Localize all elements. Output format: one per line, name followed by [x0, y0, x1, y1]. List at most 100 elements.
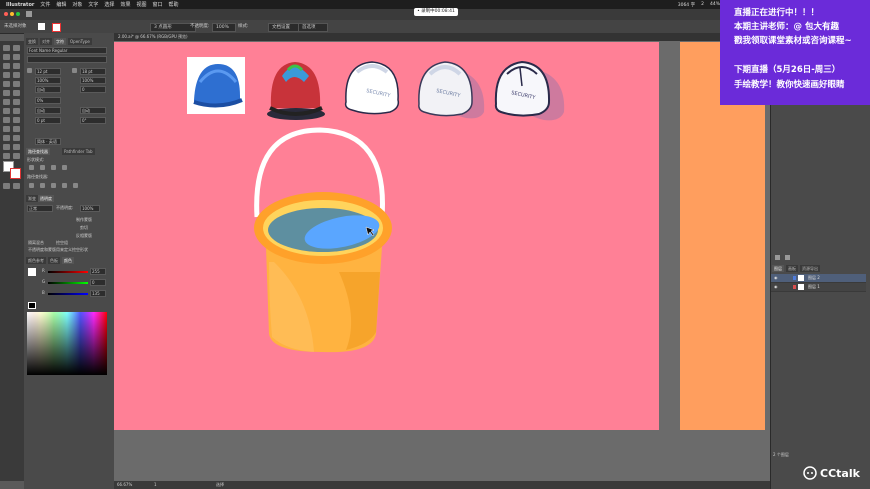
selection-tool-icon[interactable] [3, 45, 10, 51]
language-field[interactable]: 简体 · 英语 [35, 138, 61, 145]
aki-right-field[interactable]: 自动 [80, 107, 106, 114]
color-fill-swatch[interactable] [28, 268, 36, 276]
magic-wand-icon[interactable] [3, 54, 10, 60]
unite-icon[interactable] [29, 165, 34, 170]
eraser-icon[interactable] [3, 99, 10, 105]
tab-pathfinder[interactable]: 路径查找器 [26, 148, 50, 155]
minus-front-icon[interactable] [40, 165, 45, 170]
opacity-field[interactable]: 100% [212, 23, 236, 32]
helmet-colored[interactable] [267, 62, 325, 120]
exclude-icon[interactable] [62, 165, 67, 170]
tracking-field[interactable]: 0 [80, 86, 106, 93]
menu-edit[interactable]: 编辑 [56, 1, 66, 8]
tab-color[interactable]: 颜色 [62, 257, 74, 264]
tab-align[interactable]: 对齐 [40, 38, 52, 45]
artboard-number[interactable]: 1 [154, 482, 157, 488]
draw-mode-icon[interactable] [3, 183, 10, 189]
doc-settings-button[interactable]: 文档设置 [268, 23, 302, 32]
baseline-shift-field[interactable]: 0 pt [35, 117, 61, 124]
app-menu[interactable]: Illustrator [6, 2, 34, 8]
close-dot[interactable] [4, 12, 8, 16]
divide-icon[interactable] [29, 183, 34, 188]
knockout-group-checkbox[interactable]: 挖空组 [56, 240, 68, 245]
direct-select-tool-icon[interactable] [13, 45, 20, 51]
menu-effect[interactable]: 效果 [120, 1, 130, 8]
menu-help[interactable]: 帮助 [168, 1, 178, 8]
r-value[interactable]: 255 [90, 268, 106, 275]
hand-tool-icon[interactable] [3, 153, 10, 159]
blend-tool-icon[interactable] [13, 144, 20, 150]
pencil-tool-icon[interactable] [13, 90, 20, 96]
tab-pathfinder-2[interactable]: Pathfinder Tab [62, 148, 95, 155]
black-swatch[interactable] [28, 302, 36, 309]
layer-row[interactable]: ◉ 图层 2 [771, 274, 866, 283]
visibility-eye-icon[interactable]: ◉ [774, 275, 778, 281]
visibility-eye-icon[interactable]: ◉ [774, 284, 778, 290]
zoom-field[interactable]: 66.67% [117, 482, 132, 488]
tab-character[interactable]: 字符 [54, 38, 66, 45]
properties-icon[interactable] [775, 255, 780, 260]
crop-icon[interactable] [62, 183, 67, 188]
menu-object[interactable]: 对象 [72, 1, 82, 8]
menu-type[interactable]: 文字 [88, 1, 98, 8]
menu-window[interactable]: 窗口 [152, 1, 162, 8]
curvature-tool-icon[interactable] [13, 63, 20, 69]
tab-layers[interactable]: 图层 [772, 265, 784, 272]
font-family-field[interactable]: Font Name Regular [27, 47, 107, 54]
helmet-white-1[interactable]: SECURITY [344, 61, 400, 115]
stroke-swatch[interactable] [52, 23, 61, 32]
vscale-field[interactable]: 100% [35, 77, 61, 84]
perspective-grid-icon[interactable] [13, 126, 20, 132]
r-slider[interactable] [48, 271, 88, 273]
rotate-tool-icon[interactable] [3, 108, 10, 114]
outline-icon[interactable] [73, 183, 78, 188]
live-promo-banner[interactable]: 直播正在进行中！！！ 本期主讲老师：@ 包大有趣 戳我领取课堂素材或咨询课程~ … [720, 0, 870, 105]
preferences-button[interactable]: 首选项 [298, 23, 328, 32]
tab-transparency[interactable]: 透明度 [38, 195, 54, 202]
kerning-field[interactable]: 自动 [35, 86, 61, 93]
paintbrush-icon[interactable] [13, 81, 20, 87]
screen-mode-icon[interactable] [13, 183, 20, 189]
fill-swatch[interactable] [38, 23, 45, 30]
layer-name[interactable]: 图层 2 [808, 275, 820, 281]
tab-opentype[interactable]: OpenType [68, 38, 92, 45]
tab-artboards[interactable]: 画板 [786, 265, 798, 272]
width-tool-icon[interactable] [3, 117, 10, 123]
mesh-tool-icon[interactable] [3, 135, 10, 141]
clip-checkbox[interactable]: 剪切 [80, 225, 88, 230]
g-slider[interactable] [48, 282, 88, 284]
rectangle-tool-icon[interactable] [3, 81, 10, 87]
lasso-icon[interactable] [13, 54, 20, 60]
menu-view[interactable]: 视图 [136, 1, 146, 8]
bucket-illustration[interactable] [254, 127, 392, 353]
gradient-tool-icon[interactable] [13, 135, 20, 141]
blend-mode-select[interactable]: 正常 [27, 205, 53, 212]
helmet-photo[interactable] [187, 57, 245, 114]
scale-tool-icon[interactable] [13, 108, 20, 114]
hscale-field[interactable]: 100% [80, 77, 106, 84]
make-mask-button[interactable]: 制作蒙版 [76, 217, 92, 222]
min-dot[interactable] [10, 12, 14, 16]
zoom-tool-icon[interactable] [13, 153, 20, 159]
intersect-icon[interactable] [51, 165, 56, 170]
font-style-field[interactable] [27, 56, 107, 63]
tab-gradient[interactable]: 渐变 [26, 195, 38, 202]
stroke-color-swatch[interactable] [10, 168, 21, 179]
helmet-white-2[interactable]: SECURITY [418, 61, 485, 119]
b-slider[interactable] [48, 293, 88, 295]
leading-field[interactable]: 18 pt [80, 68, 106, 75]
menu-select[interactable]: 选择 [104, 1, 114, 8]
isolate-blending-checkbox[interactable]: 隔离混合 [28, 240, 44, 245]
opacity-mask-checkbox[interactable]: 不透明度和蒙版用来定义挖空形状 [28, 247, 88, 252]
trim-icon[interactable] [40, 183, 45, 188]
tab-asset-export[interactable]: 资源导出 [800, 265, 820, 272]
libraries-icon[interactable] [785, 255, 790, 260]
merge-icon[interactable] [51, 183, 56, 188]
font-size-field[interactable]: 12 pt [35, 68, 61, 75]
color-spectrum[interactable] [27, 312, 107, 375]
tab-swatches[interactable]: 色板 [48, 257, 60, 264]
b-value[interactable]: 135 [90, 290, 106, 297]
menu-file[interactable]: 文件 [40, 1, 50, 8]
max-dot[interactable] [16, 12, 20, 16]
aki-left-field[interactable]: 自动 [35, 107, 61, 114]
